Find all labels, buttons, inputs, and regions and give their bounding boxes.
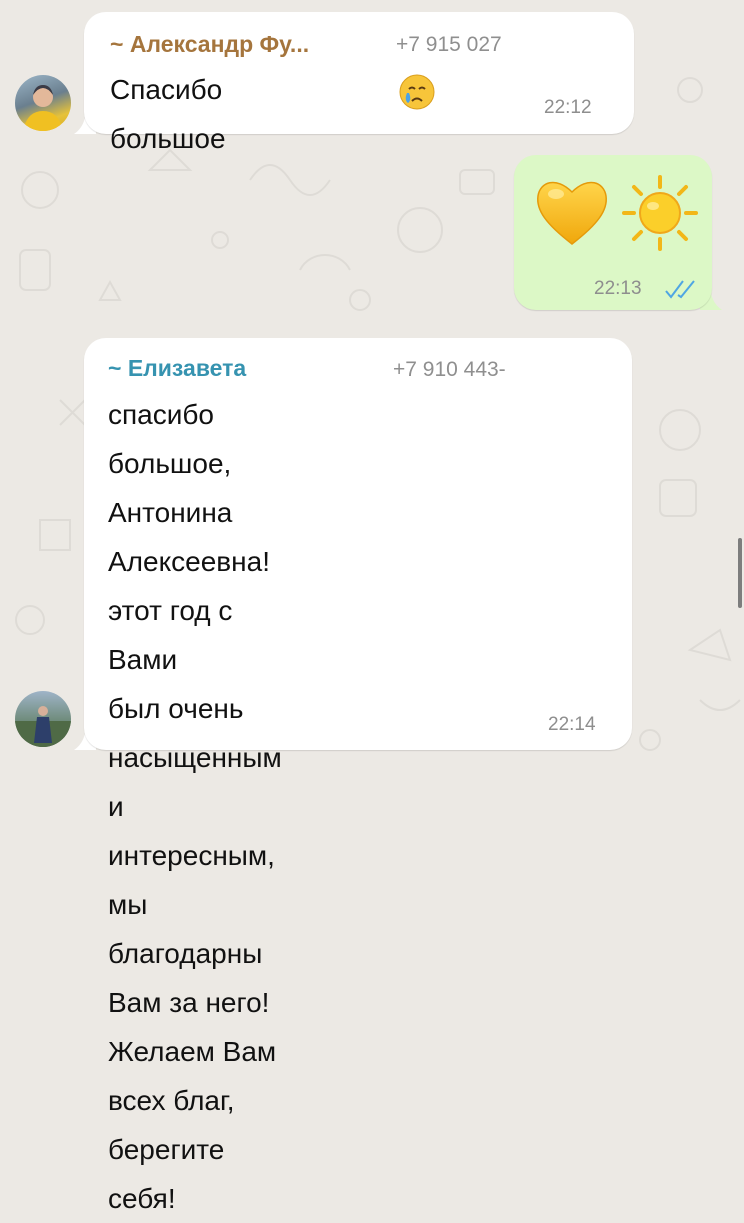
- sender-name[interactable]: ~ Александр Фу...: [110, 31, 309, 58]
- scroll-indicator[interactable]: [738, 538, 742, 608]
- message-time: 22:13: [594, 278, 642, 299]
- sender-phone: +7 915 027: [396, 33, 502, 56]
- message-line: Желаем Вам всех благ,: [108, 1036, 277, 1116]
- person-photo-icon: [15, 706, 71, 747]
- message-line: Вам за него!: [108, 987, 270, 1018]
- message-line: берегите себя!: [108, 1134, 225, 1214]
- sender-phone: +7 910 443-: [393, 358, 506, 381]
- read-double-check-icon: [664, 279, 698, 304]
- yellow-heart-icon: [534, 176, 610, 253]
- crying-face-icon: [398, 73, 436, 116]
- person-photo-icon: [23, 85, 63, 131]
- message-time: 22:14: [548, 714, 596, 735]
- avatar[interactable]: [15, 691, 71, 747]
- message-text: Спасибо большое: [110, 74, 226, 154]
- sun-icon: [622, 175, 698, 256]
- message-time: 22:12: [544, 97, 592, 118]
- message-line: был очень насыщенным и: [108, 693, 282, 822]
- message-line: спасибо большое, Антонина: [108, 399, 233, 528]
- message-line: интересным, мы благодарны: [108, 840, 275, 969]
- sender-name[interactable]: ~ Елизавета: [108, 355, 246, 382]
- avatar[interactable]: [15, 75, 71, 131]
- message-text: спасибо большое, Антонина Алексеевна! эт…: [108, 390, 282, 1223]
- message-line: Алексеевна! этот год с Вами: [108, 546, 270, 675]
